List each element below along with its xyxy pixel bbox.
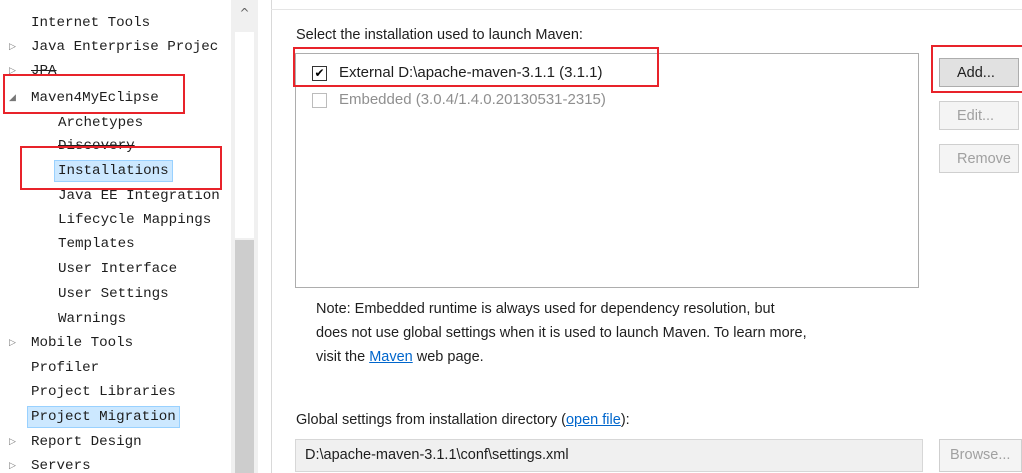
- global-settings-path-field[interactable]: D:\apache-maven-3.1.1\conf\settings.xml: [295, 439, 923, 472]
- tree-item-label: Lifecycle Mappings: [58, 212, 212, 228]
- installation-checkbox-external[interactable]: ✔: [312, 66, 327, 81]
- browse-button[interactable]: Browse...: [939, 439, 1022, 472]
- installations-section-label: Select the installation used to launch M…: [296, 27, 583, 43]
- note-line: does not use global settings when it is …: [316, 325, 807, 341]
- tree-item-label: Profiler: [31, 360, 100, 376]
- note-line: Note: Embedded runtime is always used fo…: [316, 301, 775, 317]
- tree-item-label: Discovery: [58, 138, 135, 154]
- tree-item-label: Maven4MyEclipse: [31, 90, 159, 106]
- expand-arrow-icon[interactable]: ▷: [9, 431, 21, 453]
- add-button[interactable]: Add...: [939, 58, 1019, 87]
- panel-top-border: [271, 9, 1022, 10]
- installations-list[interactable]: ✔ External D:\apache-maven-3.1.1 (3.1.1)…: [295, 53, 919, 288]
- tree-item-label: User Interface: [58, 261, 178, 277]
- note-text: visit the: [316, 349, 370, 365]
- installation-label: Embedded (3.0.4/1.4.0.20130531-2315): [339, 91, 606, 108]
- embedded-runtime-note: Note: Embedded runtime is always used fo…: [316, 297, 956, 369]
- open-file-link[interactable]: open file: [566, 412, 621, 428]
- maven-link[interactable]: Maven: [369, 349, 413, 365]
- panel-divider[interactable]: [271, 0, 272, 473]
- tree-item-label: Report Design: [31, 434, 142, 450]
- expand-arrow-icon[interactable]: ▷: [9, 332, 21, 354]
- installation-checkbox-embedded: [312, 93, 327, 108]
- expand-arrow-icon[interactable]: ▷: [9, 455, 21, 473]
- scroll-up-arrow-icon[interactable]: ^: [231, 6, 258, 20]
- expand-arrow-icon[interactable]: ▷: [9, 60, 21, 82]
- tree-item-label: Installations: [54, 160, 173, 182]
- global-settings-label: Global settings from installation direct…: [296, 412, 630, 428]
- tree-item-label: Mobile Tools: [31, 335, 134, 351]
- tree-item-label: User Settings: [58, 286, 169, 302]
- tree-item-label: Warnings: [58, 311, 127, 327]
- scrollbar-track-upper[interactable]: [235, 32, 254, 238]
- installation-label: External D:\apache-maven-3.1.1 (3.1.1): [339, 64, 603, 81]
- tree-item-label: Java Enterprise Projec: [31, 39, 219, 55]
- global-settings-text: Global settings from installation direct…: [296, 412, 566, 428]
- global-settings-text: ):: [620, 412, 630, 428]
- tree-item-label: Templates: [58, 236, 135, 252]
- tree-item-label: Project Libraries: [31, 384, 176, 400]
- tree-item-label: Servers: [31, 458, 91, 473]
- preferences-tree: Internet Tools ▷ Java Enterprise Projec …: [0, 0, 258, 473]
- note-line: visit the Maven web page.: [316, 345, 956, 369]
- tree-scrollbar[interactable]: ^: [231, 0, 258, 473]
- scrollbar-thumb[interactable]: [235, 240, 254, 473]
- tree-item-label: Project Migration: [27, 406, 180, 428]
- remove-button[interactable]: Remove: [939, 144, 1019, 173]
- expand-arrow-icon[interactable]: ▷: [9, 36, 21, 58]
- tree-item-label: JPA: [31, 63, 57, 79]
- edit-button[interactable]: Edit...: [939, 101, 1019, 130]
- note-text: web page.: [412, 349, 484, 365]
- collapse-arrow-icon[interactable]: ◢: [9, 87, 21, 109]
- tree-item-label: Archetypes: [58, 115, 144, 131]
- tree-item-label: Internet Tools: [31, 15, 151, 31]
- tree-item-label: Java EE Integration: [58, 188, 220, 204]
